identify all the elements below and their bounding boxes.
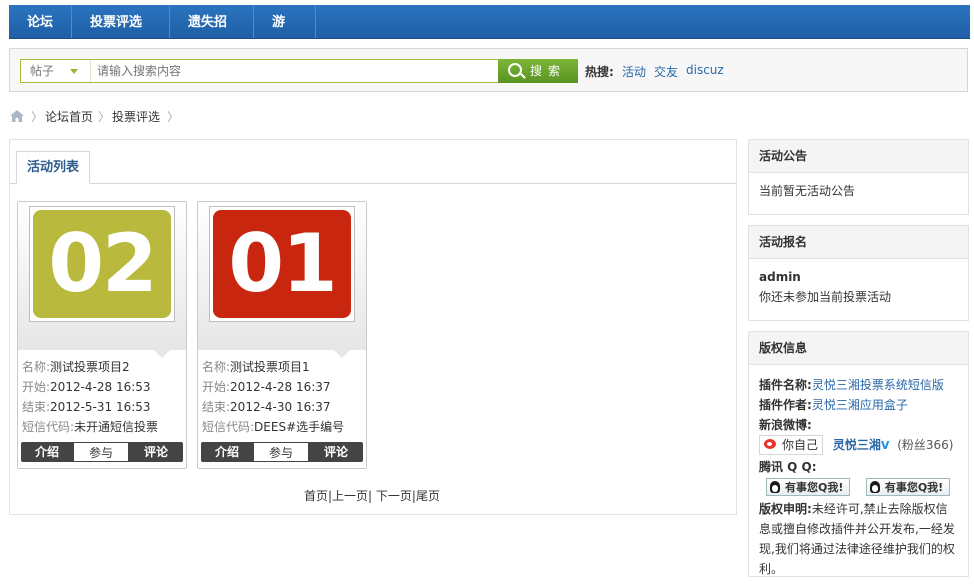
join-button[interactable]: 参与 (73, 442, 129, 462)
comment-button[interactable]: 评论 (129, 442, 183, 462)
hot-link-discuz[interactable]: discuz (686, 63, 724, 77)
card-start: 2012-4-28 16:37 (230, 380, 331, 394)
notice-text: 当前暂无活动公告 (759, 184, 856, 198)
hot-link-activity[interactable]: 活动 (622, 63, 646, 80)
chevron-down-icon (70, 69, 78, 74)
breadcrumb-separator: 〉 (98, 110, 111, 124)
card-number-tile: 01 (213, 210, 351, 318)
plugin-author-link[interactable]: 灵悦三湘应用盒子 (812, 398, 908, 412)
copyright-title: 版权信息 (749, 332, 968, 365)
nav-item-lost-found[interactable]: 遗失招领 (170, 5, 254, 65)
signup-status: 你还未参加当前投票活动 (759, 290, 892, 304)
card-thumbnail[interactable]: 02 (29, 206, 175, 322)
weibo-name-link[interactable]: 灵悦三湘 (833, 438, 881, 452)
search-type-select[interactable]: 帖子 (21, 60, 91, 82)
card-start-key: 开始: (22, 380, 51, 394)
intro-button[interactable]: 介绍 (21, 442, 73, 462)
card-number-tile: 02 (33, 210, 171, 318)
copyright-box: 版权信息 插件名称:灵悦三湘投票系统短信版 插件作者:灵悦三湘应用盒子 新浪微博… (748, 331, 969, 577)
breadcrumb-separator: 〉 (31, 110, 44, 124)
weibo-key: 新浪微博: (759, 418, 812, 432)
intro-button[interactable]: 介绍 (201, 442, 253, 462)
card-start: 2012-4-28 16:53 (50, 380, 151, 394)
qq-contact-button[interactable]: 有事您Q我! (865, 478, 950, 496)
card-thumbnail-area: 02 (18, 202, 186, 350)
hot-link-dating[interactable]: 交友 (654, 63, 678, 80)
card-start-key: 开始: (202, 380, 231, 394)
card-end: 2012-5-31 16:53 (50, 400, 151, 414)
activity-panel: 活动列表 02 名称:测试投票项目2 开始:2012-4-28 16:53 结束… (9, 139, 737, 515)
breadcrumb-vote[interactable]: 投票评选 (112, 108, 160, 126)
card-actions: 介绍 参与 评论 (201, 442, 363, 462)
qq-contact-label: 有事您Q我! (785, 481, 844, 494)
nav-item-vote[interactable]: 投票评选 (72, 5, 170, 38)
weibo-fans: (粉丝366) (897, 438, 954, 452)
signup-title: 活动报名 (749, 226, 968, 259)
card-code: DEES#选手编号 (254, 420, 345, 434)
qq-contact-label: 有事您Q我! (884, 481, 944, 494)
card-code-key: 短信代码: (22, 420, 75, 434)
notice-title: 活动公告 (749, 140, 968, 173)
card-code-key: 短信代码: (202, 420, 255, 434)
weibo-follow-label: 你自己 (782, 438, 819, 452)
card-info: 名称:测试投票项目2 开始:2012-4-28 16:53 结束:2012-5-… (22, 357, 158, 437)
search-type-label: 帖子 (30, 64, 55, 78)
nav-item-games[interactable]: 游戏 (254, 5, 316, 65)
search-bar: 帖子 搜索 热搜: 活动 交友 discuz (9, 48, 968, 92)
signup-box: 活动报名 admin 你还未参加当前投票活动 (748, 225, 969, 321)
qq-contact-button[interactable]: 有事您Q我! (766, 478, 850, 496)
card-name-key: 名称: (22, 360, 51, 374)
plugin-author-key: 插件作者: (759, 398, 812, 412)
nav-item-forum[interactable]: 论坛 (9, 5, 72, 38)
card-end: 2012-4-30 16:37 (230, 400, 331, 414)
card-thumbnail-area: 01 (198, 202, 366, 350)
search-icon (508, 63, 522, 77)
plugin-name-key: 插件名称: (759, 378, 812, 392)
card-end-key: 结束: (202, 400, 231, 414)
search-button[interactable]: 搜索 (498, 59, 578, 83)
search-button-label: 搜索 (530, 64, 567, 78)
join-button[interactable]: 参与 (253, 442, 309, 462)
card-thumbnail[interactable]: 01 (209, 206, 355, 322)
weibo-follow-button[interactable]: 你自己 (759, 435, 824, 455)
pagination[interactable]: 首页|上一页| 下一页|尾页 (304, 487, 440, 504)
card-name-key: 名称: (202, 360, 231, 374)
hot-search-label: 热搜: (585, 65, 614, 79)
tab-divider (10, 183, 736, 184)
card-actions: 介绍 参与 评论 (21, 442, 183, 462)
plugin-name-link[interactable]: 灵悦三湘投票系统短信版 (812, 378, 944, 392)
qq-penguin-icon (869, 481, 880, 493)
card-code: 未开通短信投票 (74, 420, 159, 434)
home-icon[interactable] (10, 110, 24, 122)
activity-card: 02 名称:测试投票项目2 开始:2012-4-28 16:53 结束:2012… (17, 201, 187, 469)
search-input[interactable] (93, 60, 501, 82)
qq-penguin-icon (770, 481, 780, 493)
top-nav: 论坛 投票评选 遗失招领 游戏 (9, 5, 970, 65)
qq-key: 腾讯 Q Q: (759, 460, 817, 474)
notice-box: 活动公告 当前暂无活动公告 (748, 139, 969, 215)
card-end-key: 结束: (22, 400, 51, 414)
comment-button[interactable]: 评论 (309, 442, 363, 462)
card-name: 测试投票项目2 (50, 360, 130, 374)
card-info: 名称:测试投票项目1 开始:2012-4-28 16:37 结束:2012-4-… (202, 357, 344, 437)
card-name: 测试投票项目1 (230, 360, 310, 374)
breadcrumb-forum-home[interactable]: 论坛首页 (45, 108, 93, 126)
breadcrumb-separator: 〉 (167, 110, 180, 124)
signup-username: admin (759, 270, 801, 284)
weibo-icon (764, 439, 776, 449)
search-box: 帖子 搜索 (20, 59, 578, 83)
statement-key: 版权申明: (759, 502, 812, 516)
verified-icon: V (880, 439, 890, 452)
tab-activity-list[interactable]: 活动列表 (16, 151, 90, 184)
activity-card: 01 名称:测试投票项目1 开始:2012-4-28 16:37 结束:2012… (197, 201, 367, 469)
